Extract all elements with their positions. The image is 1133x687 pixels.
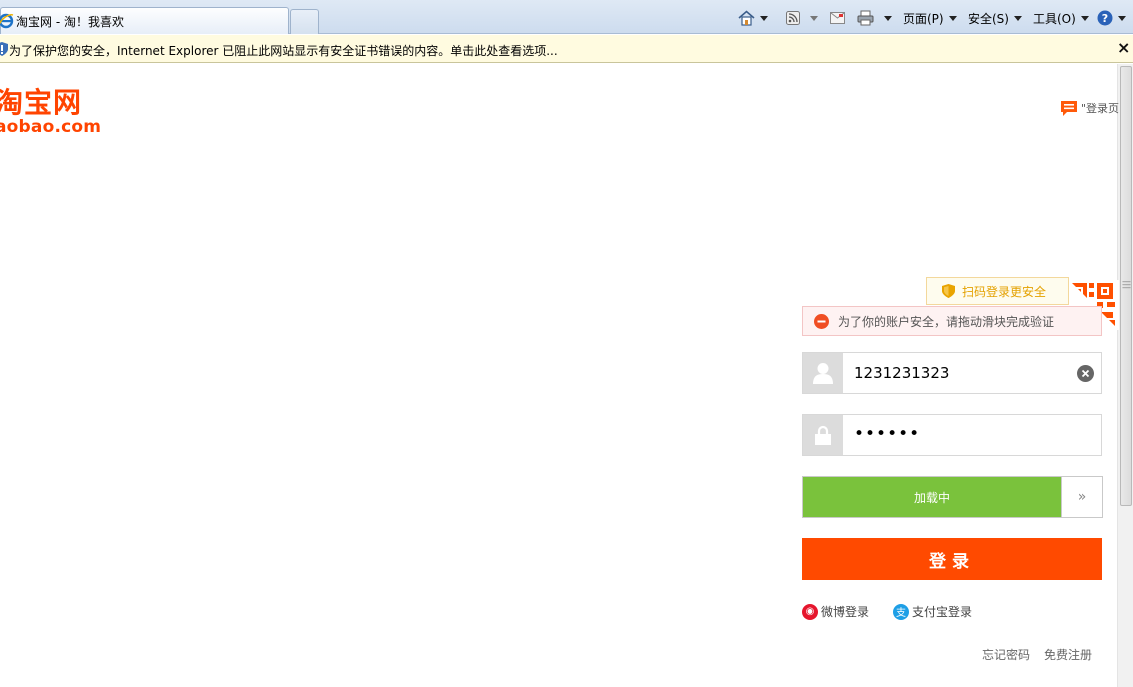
feeds-button[interactable] (786, 9, 818, 27)
feedback-link[interactable]: "登录页 (1061, 100, 1119, 116)
lock-icon (803, 415, 843, 455)
user-icon (803, 353, 843, 393)
scrollbar-grip-icon: — — — (1122, 277, 1131, 293)
alipay-login-link[interactable]: 支 支付宝登录 (893, 603, 972, 620)
username-field[interactable]: 1231231323 (802, 352, 1102, 394)
weibo-login-label: 微博登录 (821, 605, 870, 619)
chevron-down-icon (884, 15, 892, 21)
username-input[interactable]: 1231231323 (854, 364, 949, 382)
logo-text-cn: 淘宝网 (0, 86, 83, 119)
tools-menu-label: 工具(O) (1033, 11, 1076, 26)
chevron-down-icon (948, 15, 957, 21)
safety-menu-label: 安全(S) (968, 11, 1009, 26)
svg-text:?: ? (1102, 12, 1108, 25)
chevron-down-icon (760, 15, 768, 21)
shield-warning-icon (0, 42, 8, 56)
error-icon (814, 313, 829, 329)
chat-bubble-icon (1061, 100, 1077, 116)
qr-login-tip[interactable]: 扫码登录更安全 (926, 277, 1069, 305)
mail-icon (830, 12, 845, 24)
register-link[interactable]: 免费注册 (1044, 646, 1092, 663)
taobao-logo[interactable]: 淘宝网 aobao.com (0, 86, 102, 137)
password-field[interactable]: •••••• (802, 414, 1102, 456)
home-button[interactable] (738, 9, 768, 27)
logo-text-en: aobao.com (0, 117, 102, 137)
print-button[interactable] (857, 9, 892, 27)
info-bar-text: 为了保护您的安全，Internet Explorer 已阻止此网站显示有安全证书… (9, 44, 558, 58)
slider-status-text: 加载中 (913, 490, 950, 505)
browser-tab[interactable]: 淘宝网 - 淘！我喜欢 (0, 7, 289, 34)
info-bar-close-button[interactable]: × (1117, 39, 1130, 57)
weibo-icon: ◉ (802, 603, 818, 620)
chevron-down-icon (1118, 15, 1126, 21)
weibo-login-link[interactable]: ◉ 微博登录 (802, 603, 869, 620)
alipay-icon: 支 (893, 603, 909, 620)
chevron-down-icon (810, 15, 818, 21)
slider-verification[interactable]: 加载中 » (802, 476, 1103, 518)
double-chevron-right-icon: » (1077, 489, 1087, 505)
safety-menu[interactable]: 安全(S) (968, 9, 1022, 27)
page-menu-label: 页面(P) (903, 11, 944, 26)
ie-logo-icon (0, 13, 14, 29)
slider-verify-alert: 为了你的账户安全，请拖动滑块完成验证 (802, 306, 1102, 336)
feedback-label: "登录页 (1081, 102, 1120, 115)
chevron-down-icon (1013, 15, 1022, 21)
qr-tip-text: 扫码登录更安全 (962, 284, 1047, 299)
alipay-login-label: 支付宝登录 (912, 605, 973, 619)
alert-text: 为了你的账户安全，请拖动滑块完成验证 (838, 314, 1055, 329)
help-button[interactable]: ? (1097, 9, 1126, 27)
password-input[interactable]: •••••• (854, 424, 920, 444)
print-icon (857, 10, 874, 26)
vertical-scrollbar[interactable]: — — — (1117, 64, 1133, 687)
clear-input-icon[interactable] (1077, 365, 1094, 382)
read-mail-button[interactable] (830, 9, 845, 27)
login-button-label: 登录 (929, 551, 975, 572)
rss-icon (786, 11, 800, 25)
slider-handle[interactable]: » (1061, 477, 1102, 517)
forgot-password-link[interactable]: 忘记密码 (982, 646, 1030, 663)
help-icon: ? (1097, 10, 1113, 26)
chevron-down-icon (1080, 15, 1089, 21)
home-icon (738, 10, 755, 26)
tab-title: 淘宝网 - 淘！我喜欢 (16, 15, 124, 29)
shield-icon (942, 284, 955, 298)
new-tab-button[interactable] (290, 9, 319, 34)
tools-menu[interactable]: 工具(O) (1033, 9, 1089, 27)
page-menu[interactable]: 页面(P) (903, 9, 957, 27)
slider-track-fill: 加载中 (803, 477, 1061, 517)
security-info-bar[interactable]: 为了保护您的安全，Internet Explorer 已阻止此网站显示有安全证书… (0, 35, 1133, 63)
login-button[interactable]: 登录 (802, 538, 1102, 580)
browser-toolbar: 淘宝网 - 淘！我喜欢 页面(P) 安全(S) 工具(O) ? (0, 0, 1133, 34)
